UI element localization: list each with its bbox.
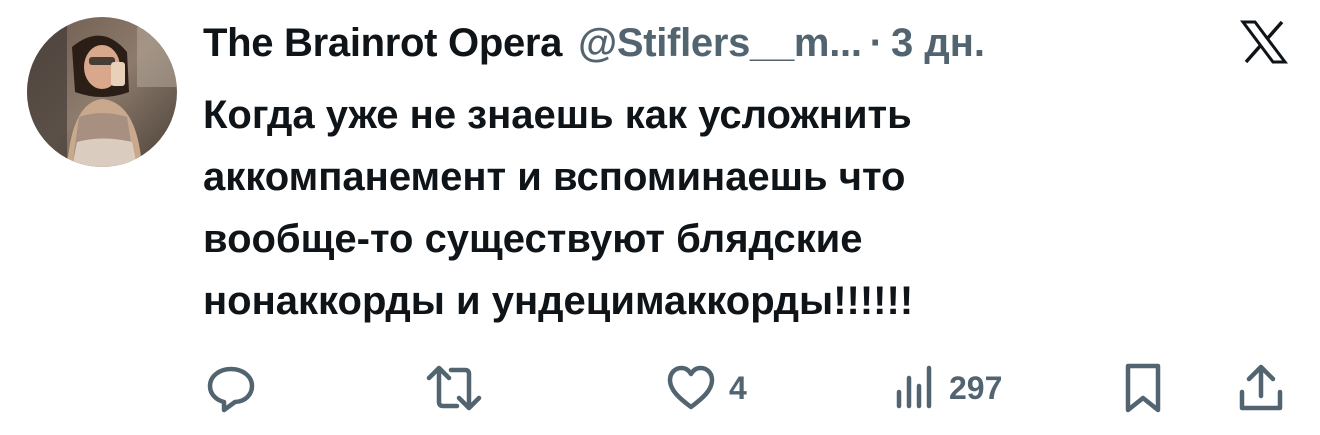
avatar[interactable]	[27, 17, 177, 167]
views-count: 297	[949, 369, 1003, 406]
like-count: 4	[729, 369, 747, 406]
bookmark-button[interactable]	[1121, 360, 1165, 416]
like-icon	[667, 365, 715, 410]
share-button[interactable]	[1237, 360, 1285, 416]
tweet-header: The Brainrot Opera @Stiflers__m... · 3 д…	[203, 10, 985, 76]
like-button[interactable]: 4	[665, 360, 747, 416]
bookmark-icon	[1125, 363, 1161, 413]
views-button[interactable]: 297	[893, 360, 1002, 416]
views-icon	[896, 365, 932, 409]
tweet-actions: 4 297	[203, 360, 1293, 416]
reply-icon	[207, 366, 255, 413]
header-separator: ·	[869, 20, 883, 65]
author-handle[interactable]: @Stiflers__m...	[578, 21, 862, 66]
avatar-image	[27, 17, 177, 167]
reply-button[interactable]	[205, 360, 257, 416]
retweet-button[interactable]	[425, 360, 483, 416]
retweet-icon	[426, 365, 482, 411]
share-icon	[1239, 364, 1283, 411]
x-logo-icon[interactable]	[1240, 20, 1288, 64]
tweet-text: Когда уже не знаешь как усложнить аккомп…	[203, 93, 914, 323]
author-name[interactable]: The Brainrot Opera	[203, 21, 562, 66]
tweet-timestamp[interactable]: 3 дн.	[891, 21, 985, 66]
